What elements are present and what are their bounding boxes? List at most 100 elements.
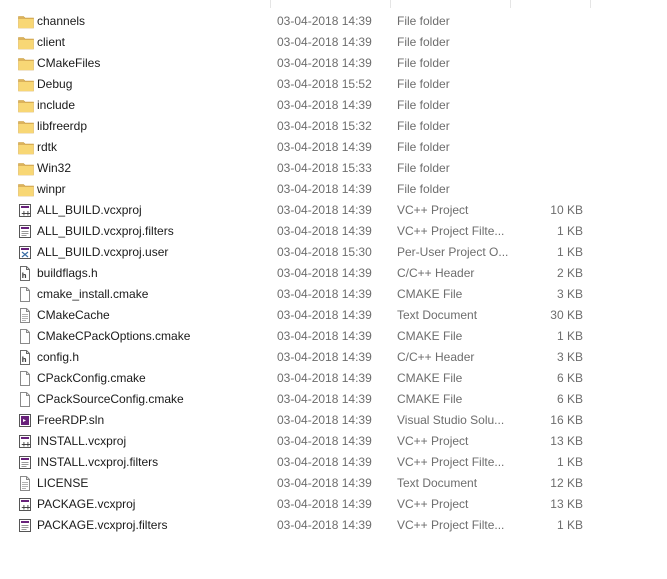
file-type: File folder <box>397 119 450 133</box>
file-row[interactable]: winpr 03-04-2018 14:39 File folder <box>0 179 667 200</box>
file-date-modified: 03-04-2018 14:39 <box>277 182 372 196</box>
column-divider-date[interactable] <box>270 0 271 8</box>
blank-file-icon <box>18 392 32 407</box>
text-document-icon <box>18 308 32 323</box>
file-row[interactable]: rdtk 03-04-2018 14:39 File folder <box>0 137 667 158</box>
file-row[interactable]: INSTALL.vcxproj.filters 03-04-2018 14:39… <box>0 452 667 473</box>
file-type: Text Document <box>397 308 478 322</box>
file-name: INSTALL.vcxproj <box>37 434 127 448</box>
svg-text:+: + <box>25 440 31 448</box>
solution-icon <box>18 413 32 428</box>
file-type: CMAKE File <box>397 371 463 385</box>
file-date-modified: 03-04-2018 14:39 <box>277 14 372 28</box>
file-name: channels <box>37 14 86 28</box>
file-type: Visual Studio Solu... <box>397 413 505 427</box>
file-date-modified: 03-04-2018 14:39 <box>277 413 372 427</box>
file-row[interactable]: h buildflags.h 03-04-2018 14:39 C/C++ He… <box>0 263 667 284</box>
folder-icon <box>18 35 34 50</box>
file-name: CMakeCPackOptions.cmake <box>37 329 191 343</box>
file-row[interactable]: ALL_BUILD.vcxproj.user 03-04-2018 15:30 … <box>0 242 667 263</box>
header-file-icon: h <box>18 350 32 365</box>
file-row[interactable]: + + ALL_BUILD.vcxproj 03-04-2018 14:39 VC… <box>0 200 667 221</box>
file-date-modified: 03-04-2018 14:39 <box>277 371 372 385</box>
file-date-modified: 03-04-2018 14:39 <box>277 455 372 469</box>
filters-icon <box>18 224 32 239</box>
file-date-modified: 03-04-2018 14:39 <box>277 140 372 154</box>
file-name: Win32 <box>37 161 72 175</box>
file-type: C/C++ Header <box>397 266 475 280</box>
file-name: include <box>37 98 76 112</box>
vcxproj-icon: + + <box>18 203 32 218</box>
folder-icon <box>18 77 34 92</box>
file-date-modified: 03-04-2018 14:39 <box>277 434 372 448</box>
file-row[interactable]: h config.h 03-04-2018 14:39 C/C++ Header… <box>0 347 667 368</box>
file-size: 12 KB <box>550 476 583 490</box>
file-row[interactable]: Debug 03-04-2018 15:52 File folder <box>0 74 667 95</box>
file-row[interactable]: ALL_BUILD.vcxproj.filters 03-04-2018 14:… <box>0 221 667 242</box>
file-type: File folder <box>397 182 450 196</box>
file-row[interactable]: CMakeFiles 03-04-2018 14:39 File folder <box>0 53 667 74</box>
file-type: File folder <box>397 56 450 70</box>
filters-icon <box>18 518 32 533</box>
file-row[interactable]: PACKAGE.vcxproj.filters 03-04-2018 14:39… <box>0 515 667 536</box>
header-file-icon: h <box>18 266 32 281</box>
file-row[interactable]: LICENSE 03-04-2018 14:39 Text Document 1… <box>0 473 667 494</box>
file-name: PACKAGE.vcxproj.filters <box>37 518 168 532</box>
file-row[interactable]: CMakeCPackOptions.cmake 03-04-2018 14:39… <box>0 326 667 347</box>
file-row[interactable]: + + PACKAGE.vcxproj 03-04-2018 14:39 VC++… <box>0 494 667 515</box>
file-size: 6 KB <box>556 392 583 406</box>
file-name: libfreerdp <box>37 119 88 133</box>
file-type: C/C++ Header <box>397 350 475 364</box>
user-project-icon <box>18 245 32 260</box>
file-name: ALL_BUILD.vcxproj <box>37 203 142 217</box>
file-type: VC++ Project Filte... <box>397 518 505 532</box>
svg-text:+: + <box>25 209 31 217</box>
svg-text:h: h <box>22 356 27 364</box>
file-name: INSTALL.vcxproj.filters <box>37 455 159 469</box>
folder-icon <box>18 140 34 155</box>
file-name: ALL_BUILD.vcxproj.user <box>37 245 169 259</box>
column-divider-size[interactable] <box>510 0 511 8</box>
file-size: 30 KB <box>550 308 583 322</box>
file-name: ALL_BUILD.vcxproj.filters <box>37 224 174 238</box>
file-row[interactable]: channels 03-04-2018 14:39 File folder <box>0 11 667 32</box>
blank-file-icon <box>18 329 32 344</box>
file-date-modified: 03-04-2018 14:39 <box>277 56 372 70</box>
file-row[interactable]: FreeRDP.sln 03-04-2018 14:39 Visual Stud… <box>0 410 667 431</box>
file-date-modified: 03-04-2018 14:39 <box>277 98 372 112</box>
file-row[interactable]: client 03-04-2018 14:39 File folder <box>0 32 667 53</box>
file-row[interactable]: CPackSourceConfig.cmake 03-04-2018 14:39… <box>0 389 667 410</box>
file-date-modified: 03-04-2018 14:39 <box>277 203 372 217</box>
file-row[interactable]: CMakeCache 03-04-2018 14:39 Text Documen… <box>0 305 667 326</box>
text-document-icon <box>18 476 32 491</box>
file-row[interactable]: include 03-04-2018 14:39 File folder <box>0 95 667 116</box>
file-name: winpr <box>37 182 66 196</box>
file-row[interactable]: CPackConfig.cmake 03-04-2018 14:39 CMAKE… <box>0 368 667 389</box>
file-date-modified: 03-04-2018 15:30 <box>277 245 372 259</box>
folder-icon <box>18 182 34 197</box>
file-row[interactable]: libfreerdp 03-04-2018 15:32 File folder <box>0 116 667 137</box>
file-size: 13 KB <box>550 434 583 448</box>
folder-icon <box>18 14 34 29</box>
column-divider-end[interactable] <box>590 0 591 8</box>
file-name: CMakeCache <box>37 308 110 322</box>
column-divider-type[interactable] <box>390 0 391 8</box>
file-size: 1 KB <box>556 455 583 469</box>
file-date-modified: 03-04-2018 14:39 <box>277 392 372 406</box>
file-row[interactable]: Win32 03-04-2018 15:33 File folder <box>0 158 667 179</box>
file-row[interactable]: + + INSTALL.vcxproj 03-04-2018 14:39 VC++… <box>0 431 667 452</box>
file-row[interactable]: cmake_install.cmake 03-04-2018 14:39 CMA… <box>0 284 667 305</box>
file-size: 3 KB <box>556 287 583 301</box>
file-type: VC++ Project Filte... <box>397 224 505 238</box>
file-type: File folder <box>397 140 450 154</box>
file-name: FreeRDP.sln <box>37 413 105 427</box>
file-type: CMAKE File <box>397 329 463 343</box>
file-date-modified: 03-04-2018 14:39 <box>277 308 372 322</box>
file-date-modified: 03-04-2018 14:39 <box>277 329 372 343</box>
file-type: File folder <box>397 161 450 175</box>
file-size: 16 KB <box>550 413 583 427</box>
file-date-modified: 03-04-2018 14:39 <box>277 476 372 490</box>
file-date-modified: 03-04-2018 15:33 <box>277 161 372 175</box>
file-size: 13 KB <box>550 497 583 511</box>
file-date-modified: 03-04-2018 15:52 <box>277 77 372 91</box>
